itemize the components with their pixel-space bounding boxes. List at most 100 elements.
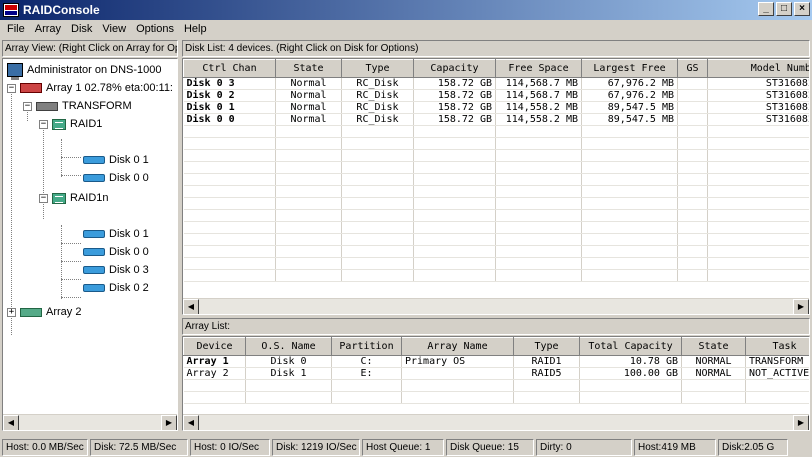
- table-row[interactable]: Disk 0 0 Normal RC_Disk 158.72 GB 114,55…: [183, 113, 809, 126]
- col-header[interactable]: Task: [745, 337, 809, 356]
- cell: Disk 0 2: [183, 89, 276, 102]
- col-header[interactable]: Device: [183, 337, 246, 356]
- maximize-button[interactable]: □: [776, 2, 792, 16]
- menu-bar: File Array Disk View Options Help: [0, 20, 812, 38]
- table-row[interactable]: Disk 0 3 Normal RC_Disk 158.72 GB 114,56…: [183, 77, 809, 90]
- collapse-icon[interactable]: −: [7, 83, 16, 93]
- col-header[interactable]: Type: [341, 59, 414, 78]
- col-header[interactable]: State: [681, 337, 746, 356]
- table-row[interactable]: Array 2 Disk 1 E: RAID5 100.00 GB NORMAL…: [183, 367, 809, 380]
- menu-help[interactable]: Help: [179, 23, 212, 35]
- menu-disk[interactable]: Disk: [66, 23, 97, 35]
- cell: Normal: [275, 101, 342, 114]
- tree-raid1n[interactable]: − RAID1n: [39, 189, 109, 207]
- table-row[interactable]: Disk 0 2 Normal RC_Disk 158.72 GB 114,56…: [183, 89, 809, 102]
- tree-host[interactable]: Administrator on DNS-1000: [7, 61, 162, 80]
- expand-icon[interactable]: +: [7, 307, 16, 317]
- tree-raid1[interactable]: − RAID1: [39, 115, 102, 133]
- tree-disk-label: Disk 0 2: [109, 282, 149, 294]
- tree-disk[interactable]: Disk 0 1: [83, 151, 149, 169]
- scroll-left-icon[interactable]: ◀: [3, 415, 19, 430]
- col-header[interactable]: Free Space: [495, 59, 582, 78]
- minimize-button[interactable]: _: [758, 2, 774, 16]
- status-disk-throughput: Disk: 72.5 MB/Sec: [90, 439, 188, 456]
- table-row[interactable]: Array 1 Disk 0 C: Primary OS RAID1 10.78…: [183, 355, 809, 368]
- tree-disk[interactable]: Disk 0 0: [83, 169, 149, 187]
- col-header[interactable]: Total Capacity: [579, 337, 682, 356]
- tree-array1[interactable]: − Array 1 02.78% eta:00:11:: [7, 79, 173, 97]
- tree-hscrollbar[interactable]: ◀ ▶: [3, 414, 177, 430]
- scroll-left-icon[interactable]: ◀: [183, 299, 199, 314]
- disk-list-label: Disk List: 4 devices. (Right Click on Di…: [182, 40, 810, 57]
- col-header[interactable]: Type: [513, 337, 580, 356]
- cell: Disk 0 0: [183, 113, 276, 126]
- collapse-icon[interactable]: −: [39, 119, 48, 129]
- cell: NORMAL: [681, 367, 746, 380]
- cell: [401, 367, 514, 380]
- disk-list-hscrollbar[interactable]: ◀ ▶: [183, 298, 809, 314]
- cell: [677, 113, 708, 126]
- cell: 158.72 GB: [413, 89, 496, 102]
- close-button[interactable]: ×: [794, 2, 810, 16]
- array-table: Device O.S. Name Partition Array Name Ty…: [183, 337, 809, 404]
- col-header[interactable]: O.S. Name: [245, 337, 332, 356]
- menu-array[interactable]: Array: [30, 23, 66, 35]
- disk-icon: [83, 230, 105, 238]
- cell: [677, 89, 708, 102]
- col-header[interactable]: Capacity: [413, 59, 496, 78]
- menu-options[interactable]: Options: [131, 23, 179, 35]
- cell: RC_Disk: [341, 77, 414, 90]
- collapse-icon[interactable]: −: [39, 193, 48, 203]
- array-list-grid[interactable]: Device O.S. Name Partition Array Name Ty…: [182, 336, 810, 431]
- array-list-hscrollbar[interactable]: ◀ ▶: [183, 414, 809, 430]
- disk-list-grid[interactable]: Ctrl Chan State Type Capacity Free Space…: [182, 58, 810, 315]
- cell: Array 2: [183, 367, 246, 380]
- title-bar: RAIDConsole _ □ ×: [0, 0, 812, 20]
- col-header[interactable]: GS: [677, 59, 708, 78]
- collapse-icon[interactable]: −: [23, 101, 32, 111]
- scroll-left-icon[interactable]: ◀: [183, 415, 199, 430]
- cell: Normal: [275, 89, 342, 102]
- col-header[interactable]: Array Name: [401, 337, 514, 356]
- status-bar: Host: 0.0 MB/Sec Disk: 72.5 MB/Sec Host:…: [0, 438, 812, 457]
- cell: Disk 0 1: [183, 101, 276, 114]
- col-header[interactable]: Ctrl Chan: [183, 59, 276, 78]
- table-row[interactable]: Disk 0 1 Normal RC_Disk 158.72 GB 114,55…: [183, 101, 809, 114]
- tree-disk-label: Disk 0 1: [109, 154, 149, 166]
- tree-disk[interactable]: Disk 0 0: [83, 243, 149, 261]
- tree-disk[interactable]: Disk 0 3: [83, 261, 149, 279]
- cell: RC_Disk: [341, 89, 414, 102]
- tree-disk[interactable]: Disk 0 2: [83, 279, 149, 297]
- disk-icon: [83, 248, 105, 256]
- cell: ST3160827: [707, 77, 809, 90]
- tree-disk-label: Disk 0 0: [109, 172, 149, 184]
- array-tree[interactable]: Administrator on DNS-1000 − Array 1 02.7…: [2, 58, 178, 431]
- col-header[interactable]: Partition: [331, 337, 402, 356]
- cell: Disk 1: [245, 367, 332, 380]
- tree-disk-label: Disk 0 3: [109, 264, 149, 276]
- cell: 114,558.2 MB: [495, 113, 582, 126]
- computer-icon: [7, 63, 23, 80]
- menu-view[interactable]: View: [97, 23, 131, 35]
- tree-disk[interactable]: Disk 0 1: [83, 225, 149, 243]
- status-host-throughput: Host: 0.0 MB/Sec: [2, 439, 88, 456]
- disk-icon: [83, 156, 105, 164]
- app-icon: [3, 3, 19, 17]
- tree-transform[interactable]: − TRANSFORM: [23, 97, 132, 115]
- scroll-right-icon[interactable]: ▶: [793, 299, 809, 314]
- cell: TRANSFORM: [745, 355, 809, 368]
- menu-file[interactable]: File: [2, 23, 30, 35]
- tree-array2[interactable]: + Array 2: [7, 303, 81, 321]
- cell: Normal: [275, 113, 342, 126]
- col-header[interactable]: Largest Free: [581, 59, 678, 78]
- col-header[interactable]: State: [275, 59, 342, 78]
- tree-disk-label: Disk 0 0: [109, 246, 149, 258]
- cell: RAID5: [513, 367, 580, 380]
- disk-icon: [83, 174, 105, 182]
- cell: 10.78 GB: [579, 355, 682, 368]
- scroll-right-icon[interactable]: ▶: [161, 415, 177, 430]
- scroll-right-icon[interactable]: ▶: [793, 415, 809, 430]
- cell: RAID1: [513, 355, 580, 368]
- cell: [677, 101, 708, 114]
- col-header[interactable]: Model Number: [707, 59, 809, 78]
